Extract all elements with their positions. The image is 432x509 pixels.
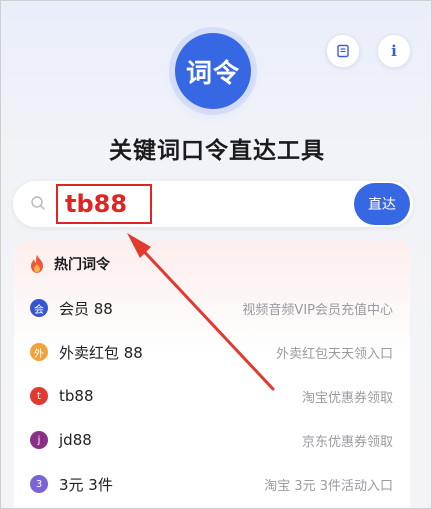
list-item-desc: 淘宝 3元 3件活动入口 — [264, 478, 393, 494]
note-icon — [337, 44, 349, 58]
list-item-name: 3元 3件 — [59, 475, 113, 494]
hot-title: 热门词令 — [54, 257, 110, 273]
badge-icon: 3 — [30, 475, 48, 493]
fire-icon — [31, 255, 43, 273]
list-item[interactable]: 会 会员 88 视频音频VIP会员充值中心 — [14, 286, 410, 330]
logo-text: 词令 — [185, 58, 240, 89]
page-title: 关键词口令直达工具 — [109, 138, 325, 164]
list-item-name: 外卖红包 88 — [59, 343, 143, 362]
search-input-highlight[interactable]: tb88 — [56, 184, 152, 224]
search-bar[interactable]: tb88 直达 — [13, 181, 413, 227]
go-button[interactable]: 直达 — [354, 183, 410, 225]
search-icon — [31, 196, 45, 210]
badge-icon: t — [30, 387, 48, 405]
list-item-name: jd88 — [59, 431, 92, 449]
list-item-desc: 视频音频VIP会员充值中心 — [242, 302, 393, 318]
list-item-name: 会员 88 — [59, 299, 113, 318]
list-item[interactable]: j jd88 京东优惠券领取 — [14, 418, 410, 462]
hot-header: 热门词令 — [28, 252, 110, 276]
badge-icon: 会 — [30, 299, 48, 317]
note-button[interactable] — [326, 34, 360, 68]
list-item-name: tb88 — [59, 387, 94, 405]
list-item[interactable]: t tb88 淘宝优惠券领取 — [14, 374, 410, 418]
list-item-desc: 京东优惠券领取 — [301, 434, 393, 450]
list-item[interactable]: 3 3元 3件 淘宝 3元 3件活动入口 — [14, 462, 410, 506]
info-icon: i — [391, 42, 397, 60]
badge-icon: 外 — [30, 343, 48, 361]
app-frame: 词令 i 关键词口令直达工具 tb88 直达 热门词令 会 会员 88 视频音频… — [0, 0, 432, 509]
app-logo: 词令 — [175, 33, 251, 109]
list-item[interactable]: 外 外卖红包 88 外卖红包天天领入口 — [14, 330, 410, 374]
hot-keywords-card: 热门词令 会 会员 88 视频音频VIP会员充值中心 外 外卖红包 88 外卖红… — [14, 241, 410, 508]
badge-icon: j — [30, 431, 48, 449]
list-item-desc: 淘宝优惠券领取 — [301, 390, 393, 406]
list-item-desc: 外卖红包天天领入口 — [275, 346, 393, 362]
info-button[interactable]: i — [377, 34, 411, 68]
search-input-value[interactable]: tb88 — [65, 190, 127, 218]
